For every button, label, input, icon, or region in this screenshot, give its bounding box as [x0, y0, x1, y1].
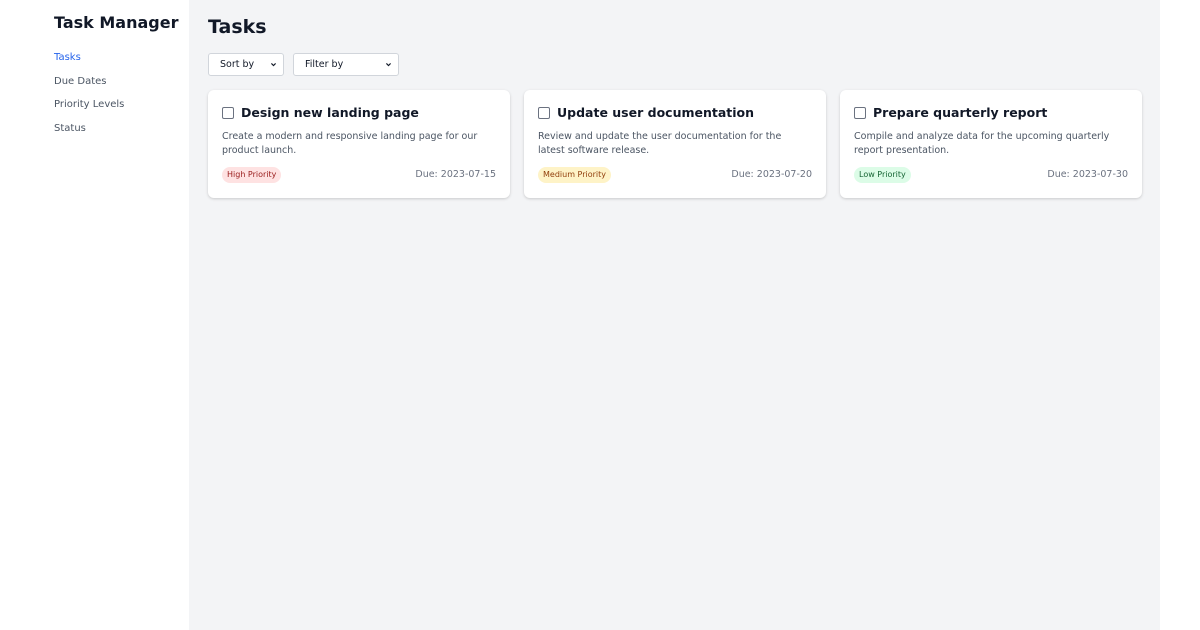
sidebar: Task Manager Tasks Due Dates Priority Le…	[0, 0, 189, 630]
task-checkbox[interactable]	[222, 106, 234, 119]
app-title: Task Manager	[54, 13, 179, 32]
task-card-header: Design new landing page	[222, 105, 419, 120]
sidebar-item-due-dates[interactable]: Due Dates	[54, 75, 124, 99]
task-checkbox[interactable]	[854, 106, 866, 119]
task-card-header: Prepare quarterly report	[854, 105, 1047, 120]
task-due-date: Due: 2023-07-30	[1047, 169, 1128, 180]
sort-select-value: Sort by	[220, 59, 255, 70]
task-card: Design new landing page Create a modern …	[208, 90, 510, 198]
task-description: Review and update the user documentation…	[538, 131, 782, 156]
sidebar-item-priority-levels[interactable]: Priority Levels	[54, 98, 124, 122]
main-content: Tasks Sort by Filter by Design new landi…	[189, 0, 1160, 630]
sort-select[interactable]: Sort by	[208, 53, 284, 76]
task-card-header: Update user documentation	[538, 105, 754, 120]
task-title: Update user documentation	[557, 105, 755, 120]
task-title: Design new landing page	[241, 105, 419, 120]
task-due-date: Due: 2023-07-15	[415, 169, 496, 180]
sidebar-item-tasks[interactable]: Tasks	[54, 51, 124, 75]
task-manager-app: Task Manager Tasks Due Dates Priority Le…	[0, 0, 1200, 630]
task-card: Prepare quarterly report Compile and ana…	[840, 90, 1142, 198]
task-description: Compile and analyze data for the upcomin…	[854, 131, 1110, 156]
task-title: Prepare quarterly report	[873, 105, 1048, 120]
task-due-date: Due: 2023-07-20	[731, 169, 812, 180]
priority-badge: Medium Priority	[538, 167, 612, 183]
filter-select[interactable]: Filter by	[293, 53, 399, 76]
right-gutter	[1160, 0, 1200, 630]
chevron-down-icon	[271, 63, 276, 67]
task-checkbox[interactable]	[538, 106, 550, 119]
page-title: Tasks	[208, 16, 267, 38]
priority-badge: High Priority	[222, 167, 282, 183]
task-description: Create a modern and responsive landing p…	[222, 131, 478, 156]
sidebar-nav: Tasks Due Dates Priority Levels Status	[54, 51, 124, 145]
chevron-down-icon	[386, 63, 391, 67]
priority-badge: Low Priority	[854, 167, 911, 183]
sidebar-item-status[interactable]: Status	[54, 122, 124, 146]
filter-select-value: Filter by	[305, 59, 344, 70]
task-card: Update user documentation Review and upd…	[524, 90, 826, 198]
